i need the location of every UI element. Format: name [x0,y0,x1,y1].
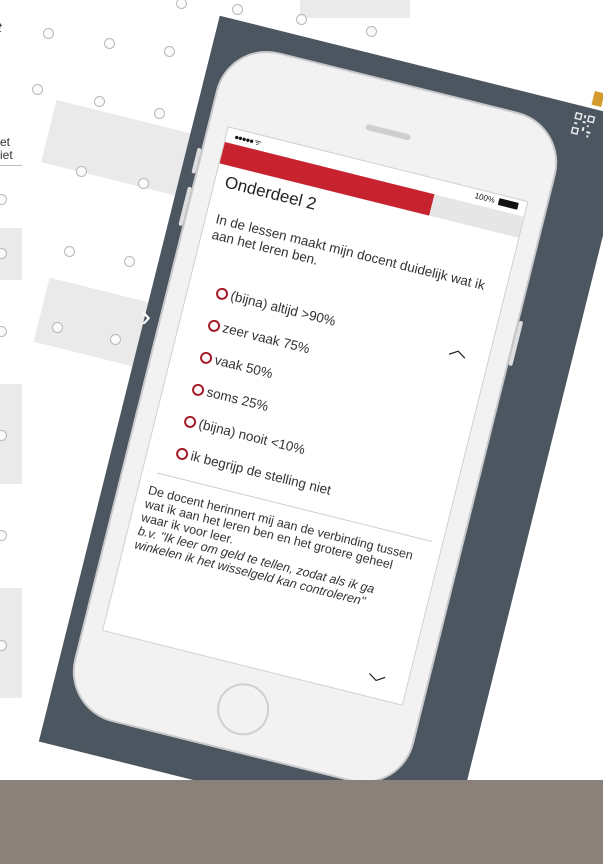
sheet-radio[interactable] [138,178,149,189]
radio-button[interactable] [174,446,190,461]
sheet-radio[interactable] [296,14,307,25]
battery-full-icon [497,198,519,210]
chevron-down-icon[interactable]: ﹀ [364,668,388,698]
phone-speaker [365,123,412,141]
footer-bar [0,780,603,864]
radio-button[interactable] [214,286,230,301]
sheet-radio[interactable] [110,334,121,345]
radio-button[interactable] [190,382,206,397]
chevron-right-icon[interactable]: › [141,302,151,332]
sheet-radio[interactable] [64,246,75,257]
chevron-up-icon[interactable]: ︿ [447,334,471,364]
radio-button[interactable] [182,414,198,429]
sheet-radio[interactable] [232,4,243,15]
battery-percentage: 100% [473,191,496,205]
sheet-radio[interactable] [0,326,7,337]
accent-strip [591,90,603,108]
sheet-radio[interactable] [32,84,43,95]
option-label: vaak 50% [213,352,275,382]
radio-button[interactable] [206,318,222,333]
sheet-row-band [300,0,410,18]
sheet-radio[interactable] [43,28,54,39]
sheet-divider [0,165,22,166]
sheet-header-fragment-1: et [0,135,11,149]
sheet-radio[interactable] [76,166,87,177]
sheet-header-fragment-2: iet [0,148,13,162]
sheet-italic-fragment: t [0,20,2,35]
sheet-radio[interactable] [124,256,135,267]
sheet-radio[interactable] [154,108,165,119]
sheet-radio[interactable] [164,46,175,57]
sheet-radio[interactable] [104,38,115,49]
answer-options: (bijna) altijd >90% zeer vaak 75% vaak 5… [172,276,374,507]
sheet-radio[interactable] [52,322,63,333]
sheet-radio[interactable] [366,26,377,37]
sheet-radio[interactable] [176,0,187,9]
home-button[interactable] [211,677,275,741]
sheet-radio[interactable] [0,530,7,541]
sheet-radio[interactable] [94,96,105,107]
sheet-radio[interactable] [0,194,7,205]
radio-button[interactable] [198,350,214,365]
